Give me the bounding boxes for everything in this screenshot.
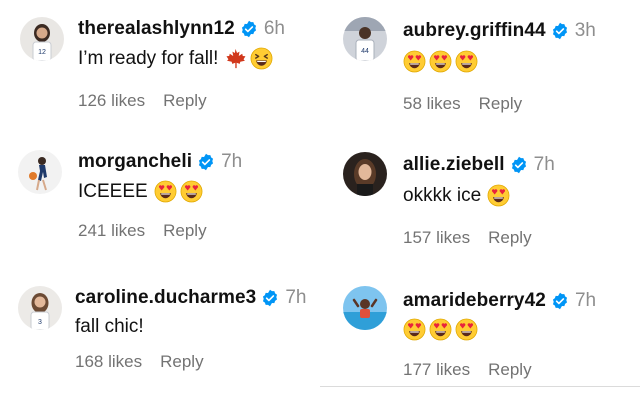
heart-eyes-icon [154, 180, 177, 203]
username[interactable]: therealashlynn12 [78, 18, 235, 40]
heart-eyes-icon [455, 50, 478, 73]
comment-time[interactable]: 7h [285, 287, 306, 309]
heart-eyes-icon [487, 184, 510, 207]
comment-text: fall chic! [75, 316, 144, 337]
comment-text: okkkk ice [403, 184, 482, 206]
reply-button[interactable]: Reply [160, 352, 203, 371]
avatar[interactable] [343, 286, 387, 330]
svg-text:12: 12 [38, 49, 46, 56]
username[interactable]: amarideberry42 [403, 290, 546, 312]
reply-button[interactable]: Reply [488, 360, 531, 379]
avatar[interactable]: 3 [18, 286, 62, 330]
verified-badge-icon [551, 292, 569, 310]
avatar[interactable] [18, 150, 62, 194]
comment-time[interactable]: 3h [575, 20, 596, 42]
heart-eyes-icon [403, 50, 426, 73]
verified-badge-icon [261, 289, 279, 307]
avatar[interactable]: 44 [343, 17, 387, 61]
likes-count[interactable]: 58 likes [403, 94, 461, 113]
svg-text:3: 3 [38, 319, 42, 326]
likes-count[interactable]: 126 likes [78, 91, 145, 110]
maple-leaf-icon [224, 47, 247, 70]
reply-button[interactable]: Reply [163, 91, 206, 110]
comment-text: ICEEEE [78, 180, 148, 202]
comment-time[interactable]: 6h [264, 18, 285, 40]
grinning-squinting-face-icon [250, 47, 273, 70]
heart-eyes-icon [429, 318, 452, 341]
username[interactable]: caroline.ducharme3 [75, 287, 256, 309]
comment-text: I’m ready for fall! [78, 47, 219, 69]
likes-count[interactable]: 241 likes [78, 221, 145, 240]
heart-eyes-icon [429, 50, 452, 73]
reply-button[interactable]: Reply [163, 221, 206, 240]
likes-count[interactable]: 177 likes [403, 360, 470, 379]
comment-time[interactable]: 7h [575, 290, 596, 312]
likes-count[interactable]: 157 likes [403, 228, 470, 247]
verified-badge-icon [510, 156, 528, 174]
avatar[interactable] [343, 152, 387, 196]
heart-eyes-icon [180, 180, 203, 203]
username[interactable]: aubrey.griffin44 [403, 20, 546, 42]
likes-count[interactable]: 168 likes [75, 352, 142, 371]
divider [320, 386, 640, 387]
username[interactable]: morgancheli [78, 151, 192, 173]
username[interactable]: allie.ziebell [403, 154, 505, 176]
comment-time[interactable]: 7h [534, 154, 555, 176]
svg-text:44: 44 [361, 48, 369, 55]
heart-eyes-icon [455, 318, 478, 341]
avatar[interactable]: 12 [20, 17, 64, 61]
comment-time[interactable]: 7h [221, 151, 242, 173]
verified-badge-icon [197, 153, 215, 171]
verified-badge-icon [240, 20, 258, 38]
reply-button[interactable]: Reply [488, 228, 531, 247]
verified-badge-icon [551, 22, 569, 40]
heart-eyes-icon [403, 318, 426, 341]
reply-button[interactable]: Reply [479, 94, 522, 113]
